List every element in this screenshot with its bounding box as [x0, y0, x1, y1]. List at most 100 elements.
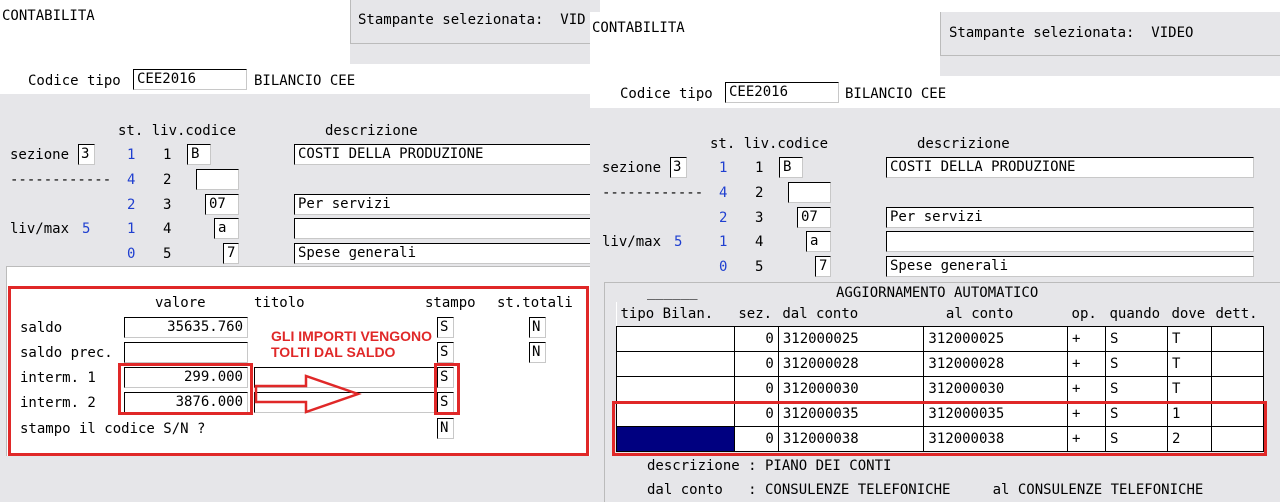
- agg-cell-dett[interactable]: [1210, 350, 1265, 377]
- left-row4-desc[interactable]: [294, 218, 600, 239]
- right-printer-label: Stampante selezionata: VIDEO: [949, 25, 1194, 41]
- left-col-titolo: titolo: [254, 295, 305, 311]
- right-row3-desc[interactable]: Per servizi: [886, 207, 1254, 228]
- left-row4-codice[interactable]: a: [214, 218, 239, 239]
- agg-cell-quando[interactable]: S: [1105, 375, 1168, 402]
- left-row1-codice[interactable]: B: [187, 144, 211, 165]
- agg-header-dove: dove: [1167, 302, 1212, 326]
- agg-cell-dett[interactable]: [1210, 325, 1265, 352]
- agg-cell-dett[interactable]: [1210, 375, 1265, 402]
- agg-cell-dal[interactable]: 312000028: [777, 350, 925, 377]
- agg-header-sez: sez.: [734, 302, 779, 326]
- left-row1-desc[interactable]: COSTI DELLA PRODUZIONE: [294, 144, 600, 165]
- agg-cell-sez[interactable]: 0: [733, 350, 779, 377]
- agg-cell-dove[interactable]: T: [1166, 325, 1212, 352]
- agg-cell-sez[interactable]: 0: [733, 375, 779, 402]
- right-agg-dalconto: dal conto : CONSULENZE TELEFONICHE al CO…: [647, 482, 1204, 498]
- left-row4-st: 1: [127, 221, 136, 237]
- right-agg-descrizione: descrizione : PIANO DEI CONTI: [647, 458, 892, 474]
- agg-cell-tipo[interactable]: [616, 350, 735, 377]
- table-row[interactable]: 0 312000028 312000028 + S T: [616, 350, 1265, 377]
- right-row3-codice[interactable]: 07: [797, 207, 831, 228]
- left-col-st-liv: st. liv.codice: [118, 123, 237, 139]
- right-livmax-value: 5: [674, 234, 683, 250]
- right-agg-title: AGGIORNAMENTO AUTOMATICO: [836, 285, 1039, 301]
- agg-cell-al[interactable]: 312000025: [923, 325, 1069, 352]
- right-row2-st: 4: [719, 185, 728, 201]
- agg-header-quando: quando: [1105, 302, 1168, 326]
- right-row5-st: 0: [719, 259, 728, 275]
- agg-cell-al[interactable]: 312000028: [923, 350, 1069, 377]
- agg-cell-dal[interactable]: 312000025: [777, 325, 925, 352]
- left-col-valore: valore: [155, 295, 206, 311]
- left-codice-tipo-input[interactable]: CEE2016: [133, 69, 247, 90]
- left-row5-desc[interactable]: Spese generali: [294, 243, 600, 264]
- left-row2-codice[interactable]: [196, 169, 239, 190]
- left-sezione-input[interactable]: 3: [78, 144, 95, 165]
- agg-cell-tipo[interactable]: [616, 375, 735, 402]
- agg-cell-tipo[interactable]: [616, 325, 735, 352]
- left-app-title: CONTABILITA: [2, 8, 95, 24]
- left-stampo-codice-input[interactable]: N: [437, 418, 454, 439]
- table-row[interactable]: 0 312000030 312000030 + S T: [616, 375, 1265, 402]
- arrow-right-icon: [254, 374, 362, 414]
- right-row1-codice[interactable]: B: [779, 157, 803, 178]
- agg-header-op: op.: [1067, 302, 1106, 326]
- right-agg-tab[interactable]: ______: [647, 283, 698, 301]
- right-dashes: ------------: [602, 185, 704, 201]
- agg-cell-sez[interactable]: 0: [733, 325, 779, 352]
- right-row1-desc[interactable]: COSTI DELLA PRODUZIONE: [886, 157, 1254, 178]
- right-row1-st: 1: [719, 160, 728, 176]
- left-row3-codice[interactable]: 07: [205, 194, 239, 215]
- left-saldo-prec-sttotali[interactable]: N: [529, 342, 546, 363]
- right-row4-st: 1: [719, 234, 728, 250]
- table-row[interactable]: 0 312000025 312000025 + S T: [616, 325, 1265, 352]
- left-interm-stampo-highlight: [434, 363, 460, 415]
- agg-cell-op[interactable]: +: [1067, 350, 1106, 377]
- right-row5-codice[interactable]: 7: [815, 256, 831, 277]
- left-interm1-label: interm. 1: [20, 370, 96, 386]
- left-row1-st: 1: [127, 147, 136, 163]
- left-col-sttotali: st.totali: [497, 295, 573, 311]
- right-row3-liv: 3: [755, 210, 764, 226]
- right-app-title: CONTABILITA: [592, 20, 685, 36]
- agg-cell-dove[interactable]: T: [1166, 350, 1212, 377]
- right-codice-tipo-desc: BILANCIO CEE: [845, 86, 947, 102]
- left-row5-liv: 5: [163, 246, 172, 262]
- left-row4-liv: 4: [163, 221, 172, 237]
- left-livmax-value: 5: [82, 221, 91, 237]
- agg-header-row: tipo Bilan. sez. dal conto al conto op. …: [616, 302, 1264, 326]
- right-sezione-input[interactable]: 3: [670, 157, 687, 178]
- agg-cell-dal[interactable]: 312000030: [777, 375, 925, 402]
- left-row3-desc[interactable]: Per servizi: [294, 194, 600, 215]
- left-annotation-note: GLI IMPORTI VENGONO TOLTI DAL SALDO: [271, 328, 433, 360]
- right-col-descrizione: descrizione: [917, 136, 1010, 152]
- left-saldo-input[interactable]: 35635.760: [124, 317, 248, 338]
- left-stampo-codice-label: stampo il codice S/N ?: [20, 421, 206, 437]
- right-row5-desc[interactable]: Spese generali: [886, 256, 1254, 277]
- agg-cell-al[interactable]: 312000030: [923, 375, 1069, 402]
- left-saldo-sttotali[interactable]: N: [529, 317, 546, 338]
- left-saldo-prec-input[interactable]: [124, 342, 248, 363]
- right-row4-desc[interactable]: [886, 231, 1254, 252]
- right-row2-codice[interactable]: [788, 182, 831, 203]
- agg-cell-op[interactable]: +: [1067, 375, 1106, 402]
- agg-cell-quando[interactable]: S: [1105, 325, 1168, 352]
- left-saldo-prec-stampo[interactable]: S: [437, 342, 454, 363]
- agg-cell-quando[interactable]: S: [1105, 350, 1168, 377]
- right-row1-liv: 1: [755, 160, 764, 176]
- right-row4-codice[interactable]: a: [806, 231, 831, 252]
- left-row5-codice[interactable]: 7: [223, 243, 239, 264]
- agg-header-al: al conto: [923, 302, 1068, 326]
- agg-header-dett: dett.: [1211, 302, 1264, 326]
- left-codice-tipo-label: Codice tipo: [28, 73, 121, 89]
- left-col-descrizione: descrizione: [325, 123, 418, 139]
- right-codice-tipo-label: Codice tipo: [620, 86, 713, 102]
- right-codice-tipo-input[interactable]: CEE2016: [725, 82, 839, 103]
- agg-cell-dove[interactable]: T: [1166, 375, 1212, 402]
- agg-cell-op[interactable]: +: [1067, 325, 1106, 352]
- left-printer-label: Stampante selezionata: VID: [358, 12, 586, 28]
- left-row2-st: 4: [127, 172, 136, 188]
- left-saldo-stampo[interactable]: S: [437, 317, 454, 338]
- left-sezione-label: sezione: [10, 147, 70, 163]
